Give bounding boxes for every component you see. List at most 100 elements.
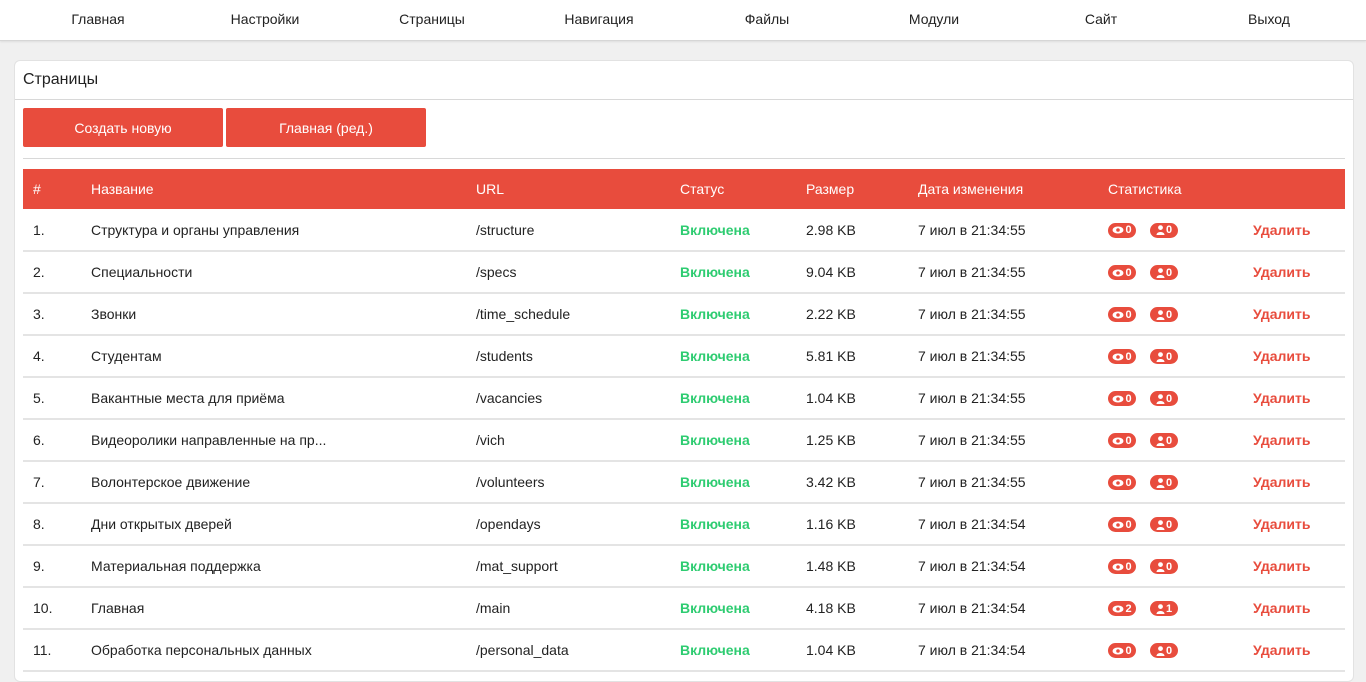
delete-link[interactable]: Удалить [1253, 348, 1310, 364]
views-count: 0 [1125, 476, 1132, 489]
page-actions: Удалить [1243, 377, 1345, 419]
page-size: 1.04 KB [806, 390, 856, 406]
page-date: 7 июл в 21:34:55 [918, 474, 1026, 490]
page-name[interactable]: Материальная поддержка [81, 545, 466, 587]
page-actions: Удалить [1243, 335, 1345, 377]
page-url: /vacancies [476, 390, 543, 406]
page-stats: 00 [1098, 335, 1243, 377]
divider [23, 158, 1345, 159]
views-badge: 0 [1108, 475, 1136, 491]
row-number: 1. [33, 221, 45, 238]
users-count: 0 [1165, 476, 1173, 489]
row-number: 6. [33, 432, 45, 448]
page-name[interactable]: Структура и органы управления [81, 209, 466, 251]
page-name[interactable]: Волонтерское движение [81, 461, 466, 503]
header-status[interactable]: Статус [670, 169, 796, 209]
nav-modules[interactable]: Модули [909, 11, 959, 27]
views-badge: 0 [1108, 559, 1136, 575]
page-status[interactable]: Включена [670, 377, 796, 419]
views-badge: 0 [1108, 433, 1136, 449]
nav-pages[interactable]: Страницы [399, 11, 465, 27]
delete-link[interactable]: Удалить [1253, 558, 1310, 574]
delete-link[interactable]: Удалить [1253, 600, 1310, 616]
page-actions: Удалить [1243, 251, 1345, 293]
delete-link[interactable]: Удалить [1253, 516, 1310, 532]
page-status[interactable]: Включена [670, 209, 796, 251]
nav-site[interactable]: Сайт [1085, 11, 1117, 27]
users-badge: 0 [1150, 222, 1178, 238]
delete-link[interactable]: Удалить [1253, 264, 1310, 280]
eye-icon [1112, 395, 1125, 403]
delete-link[interactable]: Удалить [1253, 306, 1310, 322]
page-name[interactable]: Дни открытых дверей [81, 503, 466, 545]
page-name[interactable]: Видеоролики направленные на пр... [81, 419, 466, 461]
views-badge: 0 [1108, 265, 1136, 281]
page-status[interactable]: Включена [670, 629, 796, 671]
page-url: /vich [476, 432, 505, 448]
user-icon [1156, 310, 1166, 320]
delete-link[interactable]: Удалить [1253, 222, 1310, 238]
users-count: 0 [1165, 644, 1173, 657]
page-actions: Удалить [1243, 419, 1345, 461]
header-size[interactable]: Размер [796, 169, 908, 209]
users-count: 0 [1165, 266, 1173, 279]
page-size: 3.42 KB [806, 474, 856, 490]
page-status[interactable]: Включена [670, 293, 796, 335]
eye-icon [1112, 605, 1125, 613]
delete-link[interactable]: Удалить [1253, 432, 1310, 448]
views-count: 0 [1125, 644, 1132, 657]
page-actions: Удалить [1243, 209, 1345, 251]
header-url[interactable]: URL [466, 169, 670, 209]
page-name[interactable]: Студентам [81, 335, 466, 377]
user-icon [1156, 352, 1166, 362]
page-status[interactable]: Включена [670, 251, 796, 293]
edit-main-page-button[interactable]: Главная (ред.) [226, 108, 426, 147]
views-count: 0 [1125, 518, 1132, 531]
page-url: /time_schedule [476, 306, 571, 322]
nav-logout[interactable]: Выход [1248, 11, 1290, 27]
table-row: 7. Волонтерское движение/volunteers Включе… [23, 461, 1345, 503]
page-name[interactable]: Звонки [81, 293, 466, 335]
page-size: 1.04 KB [806, 642, 856, 658]
page-url: /specs [476, 264, 517, 280]
page-status[interactable]: Включена [670, 335, 796, 377]
page-actions: Удалить [1243, 545, 1345, 587]
page-stats: 00 [1098, 503, 1243, 545]
users-count: 0 [1165, 518, 1173, 531]
page-actions: Удалить [1243, 503, 1345, 545]
eye-icon [1112, 226, 1125, 234]
users-badge: 0 [1150, 643, 1178, 659]
eye-icon [1112, 521, 1125, 529]
header-date[interactable]: Дата изменения [908, 169, 1098, 209]
users-count: 0 [1165, 392, 1173, 405]
views-badge: 2 [1108, 601, 1136, 617]
create-page-button[interactable]: Создать новую [23, 108, 223, 147]
delete-link[interactable]: Удалить [1253, 642, 1310, 658]
eye-icon [1112, 647, 1125, 655]
page-status[interactable]: Включена [670, 461, 796, 503]
table-row: 3. Звонки/time_schedule Включена 2.22 KB 7 и… [23, 293, 1345, 335]
nav-navigation[interactable]: Навигация [564, 11, 633, 27]
users-badge: 0 [1150, 517, 1178, 533]
users-badge: 0 [1150, 307, 1178, 323]
delete-link[interactable]: Удалить [1253, 474, 1310, 490]
users-count: 0 [1165, 308, 1173, 321]
page-date: 7 июл в 21:34:54 [918, 600, 1026, 616]
page-status[interactable]: Включена [670, 587, 796, 629]
nav-home[interactable]: Главная [71, 11, 124, 27]
page-status[interactable]: Включена [670, 503, 796, 545]
delete-link[interactable]: Удалить [1253, 390, 1310, 406]
page-name[interactable]: Специальности [81, 251, 466, 293]
page-name[interactable]: Обработка персональных данных [81, 629, 466, 671]
nav-files[interactable]: Файлы [745, 11, 789, 27]
page-date: 7 июл в 21:34:55 [918, 306, 1026, 322]
page-name[interactable]: Главная [81, 587, 466, 629]
nav-settings[interactable]: Настройки [231, 11, 300, 27]
page-status[interactable]: Включена [670, 545, 796, 587]
header-name[interactable]: Название [81, 169, 466, 209]
page-status[interactable]: Включена [670, 419, 796, 461]
table-row: 8. Дни открытых дверей/opendays Включена 1.… [23, 503, 1345, 545]
page-url: /mat_support [476, 558, 558, 574]
page-name[interactable]: Вакантные места для приёма [81, 377, 466, 419]
page-stats: 00 [1098, 461, 1243, 503]
